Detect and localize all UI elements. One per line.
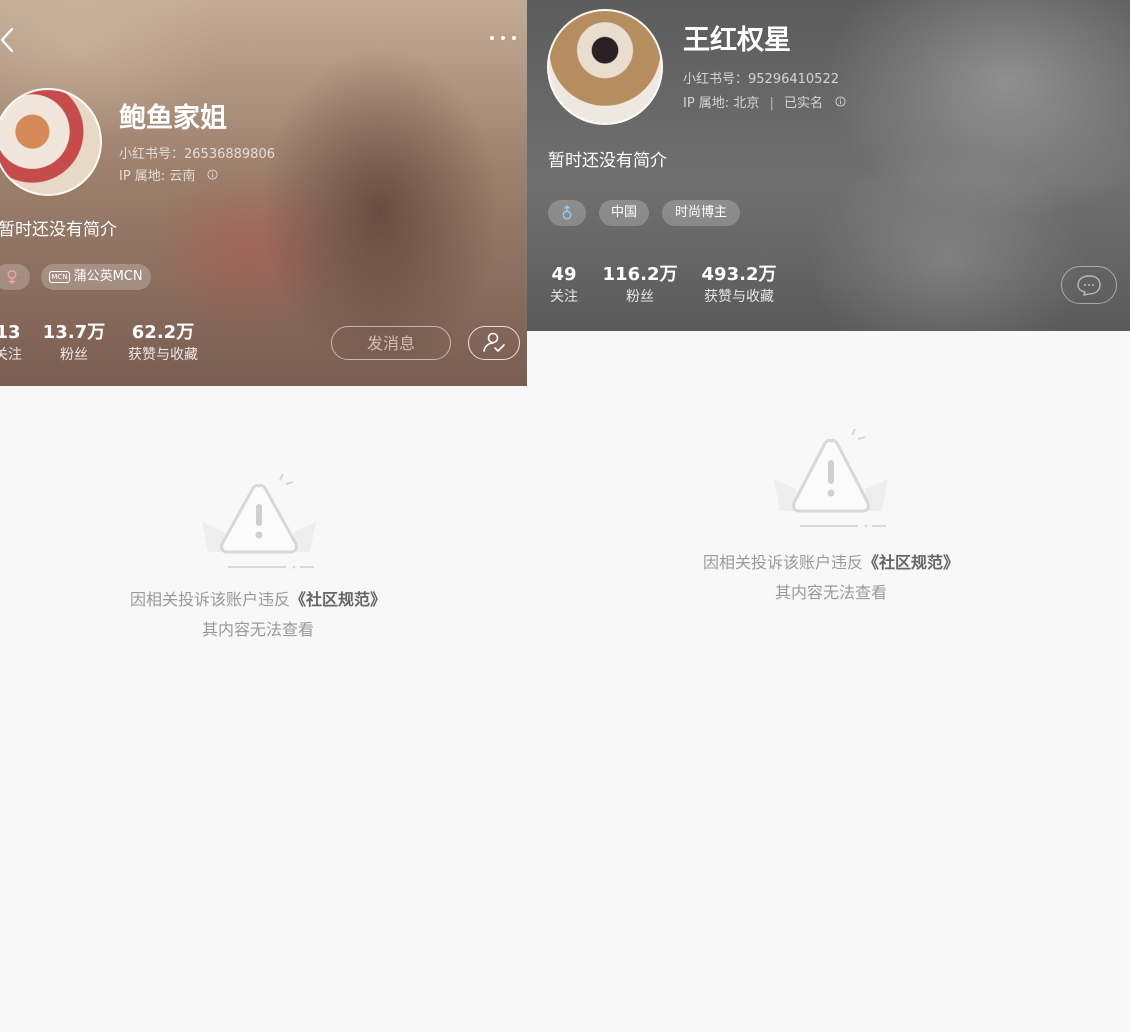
notice-text: 因相关投诉该账户违反 bbox=[129, 590, 290, 609]
followers-label: 粉丝 bbox=[626, 289, 654, 305]
user-check-icon bbox=[469, 332, 519, 363]
mcn-tag-label: 蒲公英MCN bbox=[73, 269, 143, 284]
left-profile-panel: 鲍鱼家姐 小红书号：26536889806 IP 属地: 云南 暂时还没有简介 … bbox=[0, 0, 527, 1032]
gender-tag bbox=[548, 200, 586, 226]
community-rules-link[interactable]: 《社区规范》 bbox=[863, 553, 959, 572]
gender-tag bbox=[0, 264, 30, 290]
chevron-left-icon[interactable] bbox=[0, 26, 20, 54]
community-rules-link[interactable]: 《社区规范》 bbox=[290, 590, 386, 609]
warning-triangle-icon bbox=[770, 427, 892, 535]
xhs-id: 小红书号：26536889806 bbox=[119, 147, 275, 162]
following-count: 49 bbox=[551, 264, 577, 285]
restricted-notice: 因相关投诉该账户违反《社区规范》 其内容无法查看 bbox=[666, 548, 996, 608]
followers-stat[interactable]: 13.7万 粉丝 bbox=[39, 322, 109, 366]
info-icon[interactable] bbox=[835, 96, 846, 111]
ip-location: IP 属地: 云南 bbox=[119, 165, 219, 184]
bio: 暂时还没有简介 bbox=[548, 151, 667, 171]
following-count: 13 bbox=[0, 322, 21, 343]
location-tag[interactable]: 中国 bbox=[599, 200, 649, 226]
following-stat[interactable]: 13 关注 bbox=[0, 322, 30, 366]
notice-text: 因相关投诉该账户违反 bbox=[702, 553, 863, 572]
followers-count: 116.2万 bbox=[602, 264, 678, 285]
warning-triangle-icon bbox=[198, 472, 320, 576]
verified-label: 已实名 bbox=[784, 96, 824, 111]
ip-location-text: IP 属地: 北京 bbox=[683, 96, 760, 111]
profile-header: 王红权星 小红书号：95296410522 IP 属地: 北京 | 已实名 暂时… bbox=[527, 0, 1130, 331]
female-icon bbox=[6, 269, 18, 284]
likes-stat[interactable]: 493.2万 获赞与收藏 bbox=[693, 264, 785, 308]
bio: 暂时还没有简介 bbox=[0, 220, 117, 240]
likes-label: 获赞与收藏 bbox=[128, 347, 198, 363]
divider: | bbox=[769, 96, 774, 111]
followers-stat[interactable]: 116.2万 粉丝 bbox=[599, 264, 681, 308]
male-icon bbox=[561, 204, 573, 220]
more-dots-icon[interactable] bbox=[486, 28, 522, 48]
nickname: 鲍鱼家姐 bbox=[119, 103, 227, 134]
likes-count: 62.2万 bbox=[131, 322, 195, 343]
follow-button[interactable] bbox=[468, 326, 520, 360]
likes-label: 获赞与收藏 bbox=[704, 289, 774, 305]
xhs-id: 小红书号：95296410522 bbox=[683, 72, 839, 87]
mcn-badge-icon: MCN bbox=[49, 270, 70, 283]
avatar[interactable] bbox=[0, 88, 102, 196]
profile-header: 鲍鱼家姐 小红书号：26536889806 IP 属地: 云南 暂时还没有简介 … bbox=[0, 0, 527, 386]
followers-label: 粉丝 bbox=[60, 347, 88, 363]
likes-count: 493.2万 bbox=[701, 264, 777, 285]
info-icon[interactable] bbox=[207, 169, 219, 184]
send-message-button[interactable]: 发消息 bbox=[331, 326, 451, 360]
profession-tag[interactable]: 时尚博主 bbox=[662, 200, 740, 226]
likes-stat[interactable]: 62.2万 获赞与收藏 bbox=[120, 322, 206, 366]
ip-location-text: IP 属地: 云南 bbox=[119, 169, 196, 184]
restricted-notice: 因相关投诉该账户违反《社区规范》 其内容无法查看 bbox=[93, 585, 423, 645]
following-label: 关注 bbox=[550, 289, 578, 305]
mcn-tag[interactable]: MCN 蒲公英MCN bbox=[41, 264, 151, 290]
notice-subtext: 其内容无法查看 bbox=[774, 583, 887, 602]
right-profile-panel: 王红权星 小红书号：95296410522 IP 属地: 北京 | 已实名 暂时… bbox=[527, 0, 1130, 1032]
notice-subtext: 其内容无法查看 bbox=[201, 620, 314, 639]
chat-bubble-icon bbox=[1062, 275, 1116, 307]
nickname: 王红权星 bbox=[683, 25, 791, 56]
following-stat[interactable]: 49 关注 bbox=[541, 264, 587, 308]
followers-count: 13.7万 bbox=[42, 322, 106, 343]
following-label: 关注 bbox=[0, 347, 22, 363]
avatar[interactable] bbox=[547, 9, 663, 125]
chat-button[interactable] bbox=[1061, 266, 1117, 304]
ip-location: IP 属地: 北京 | 已实名 bbox=[683, 92, 846, 111]
